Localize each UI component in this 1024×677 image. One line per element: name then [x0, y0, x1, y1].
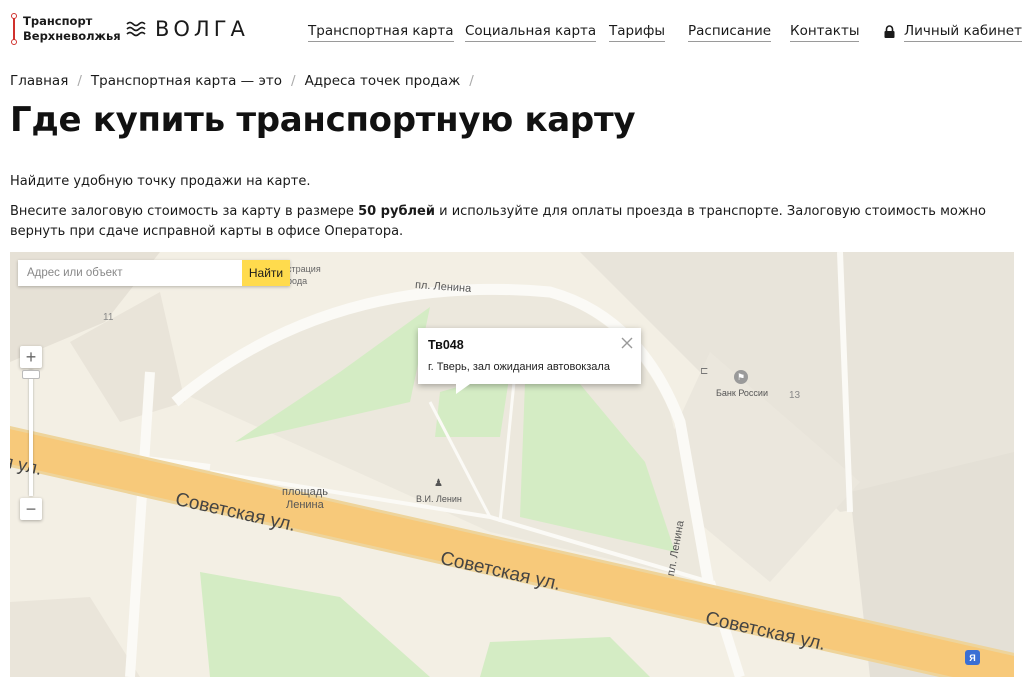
breadcrumb-separator: /: [291, 73, 296, 89]
site-header: Транспорт Верхневолжья ВОЛГА Транспортна…: [0, 0, 1024, 60]
breadcrumb-transport-card[interactable]: Транспортная карта — это: [91, 73, 282, 89]
map-search: Найти: [18, 260, 290, 286]
traffic-icon[interactable]: Я: [965, 650, 980, 665]
map-label-admin-1: страция: [287, 264, 321, 274]
lock-icon: [884, 25, 895, 38]
nav-contacts[interactable]: Контакты: [790, 23, 860, 42]
breadcrumb: Главная / Транспортная карта — это / Адр…: [10, 73, 483, 89]
page-title: Где купить транспортную карту: [10, 100, 636, 140]
map-label-square-name-2: Ленина: [286, 499, 324, 511]
map-label-admin-2: рода: [287, 276, 308, 286]
sales-point-balloon: Тв048 г. Тверь, зал ожидания автовокзала: [418, 328, 641, 394]
zoom-in-button[interactable]: +: [20, 346, 42, 368]
map-label-bank: Банк России: [716, 388, 768, 398]
nav-transport-card[interactable]: Транспортная карта: [308, 23, 454, 42]
main-nav: Транспортная карта Социальная карта Тари…: [0, 23, 1024, 43]
close-icon[interactable]: [620, 336, 634, 350]
map-label-house-11: 11: [103, 312, 114, 323]
breadcrumb-sales-points[interactable]: Адреса точек продаж: [305, 73, 461, 89]
map-search-input[interactable]: [18, 260, 242, 286]
deposit-amount: 50 рублей: [358, 204, 435, 219]
entrance-icon: ⊏: [700, 366, 709, 377]
map-label-house-13: 13: [789, 390, 801, 401]
map-label-monument: В.И. Ленин: [416, 494, 462, 504]
deposit-text: Внесите залоговую стоимость за карту в р…: [10, 202, 1020, 242]
zoom-out-button[interactable]: −: [20, 498, 42, 520]
balloon-address: г. Тверь, зал ожидания автовокзала: [428, 361, 610, 373]
balloon-title: Тв048: [428, 338, 464, 352]
nav-tariffs[interactable]: Тарифы: [609, 23, 666, 42]
breadcrumb-home[interactable]: Главная: [10, 73, 68, 89]
sales-points-map[interactable]: пл. Ленина пл. Ленина площадь Ленина ♟ В…: [10, 252, 1014, 677]
map-canvas[interactable]: [10, 252, 1014, 677]
zoom-slider-track[interactable]: [29, 370, 33, 496]
bank-flag-icon: ⚑: [734, 370, 748, 384]
deposit-text-start: Внесите залоговую стоимость за карту в р…: [10, 204, 359, 219]
breadcrumb-separator: /: [469, 73, 474, 89]
monument-icon: ♟: [434, 478, 443, 489]
intro-text: Найдите удобную точку продажи на карте.: [10, 174, 311, 189]
map-label-square-name-1: площадь: [282, 486, 328, 498]
nav-social-card[interactable]: Социальная карта: [465, 23, 597, 42]
breadcrumb-separator: /: [77, 73, 82, 89]
zoom-slider-handle[interactable]: [22, 370, 40, 379]
nav-schedule[interactable]: Расписание: [688, 23, 772, 42]
map-search-button[interactable]: Найти: [242, 260, 290, 286]
nav-personal-account[interactable]: Личный кабинет: [904, 23, 1022, 42]
